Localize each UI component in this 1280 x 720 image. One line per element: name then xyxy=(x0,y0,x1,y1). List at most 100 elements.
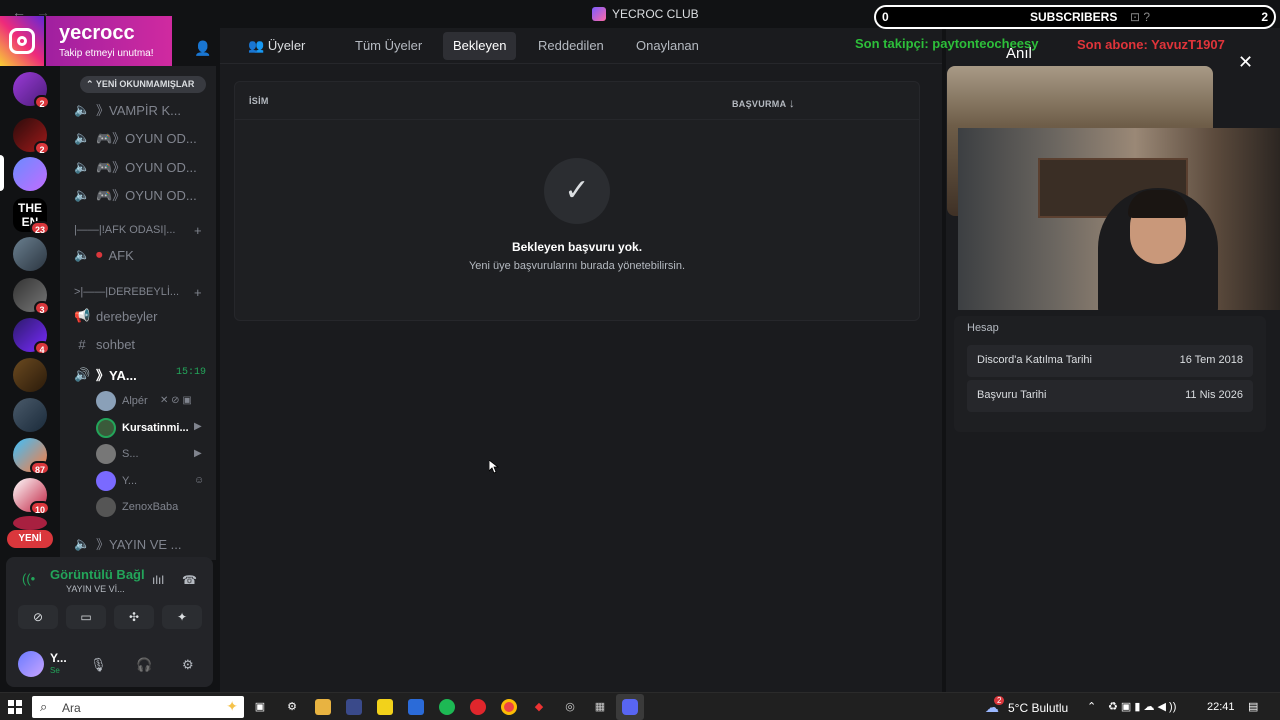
voice-user[interactable]: Kursatinmi... xyxy=(96,418,189,438)
server-icon[interactable]: 4 xyxy=(13,318,50,355)
tab-approved[interactable]: Onaylanan xyxy=(626,32,709,60)
unread-badge: 4 xyxy=(34,341,50,355)
add-channel-icon[interactable]: + xyxy=(194,223,202,238)
server-icon[interactable] xyxy=(13,237,47,271)
category-derebeyler[interactable]: >|——|DEREBEYLİ... xyxy=(74,286,179,298)
unread-badge: 2 xyxy=(34,95,50,109)
unread-pill[interactable]: ⌃ YENİ OKUNMAMIŞLAR xyxy=(80,76,206,93)
unread-badge: 3 xyxy=(34,301,50,315)
channel-name: 🎮》OYUN OD... xyxy=(96,160,197,175)
channel-name: 》YA... xyxy=(96,368,137,383)
speaker-icon: 🔈 xyxy=(74,158,91,174)
instagram-overlay: yecrocc Takip etmeyi unutma! xyxy=(0,16,172,66)
microphone-icon[interactable]: 🎙 xyxy=(90,657,107,673)
chrome-icon[interactable] xyxy=(501,699,517,715)
voice-channel[interactable]: 🔈 🎮》OYUN OD... xyxy=(74,128,197,147)
voice-user[interactable]: Y... xyxy=(96,471,137,491)
category-afk[interactable]: |——|!AFK ODASI|... xyxy=(74,224,175,236)
app-icon[interactable] xyxy=(346,699,362,715)
voice-channel[interactable]: 🔈 》VAMPİR K... xyxy=(74,100,181,119)
noise-suppression-icon[interactable]: ılıl xyxy=(152,573,164,587)
server-icon[interactable]: 2 xyxy=(13,118,50,155)
subs-label: SUBSCRIBERS xyxy=(1030,10,1118,24)
voice-channel-afk[interactable]: 🔈 ⏺ AFK xyxy=(74,247,134,263)
steam-icon[interactable]: ◎ xyxy=(562,699,578,715)
server-icon[interactable]: 3 xyxy=(13,278,50,315)
server-icon[interactable]: THE EN 23 xyxy=(13,198,50,235)
channel-name: 》YAYIN VE ... xyxy=(96,537,182,552)
tab-pending[interactable]: Bekleyen xyxy=(443,32,517,60)
camera-icon: ▶ xyxy=(194,421,202,432)
voice-user[interactable]: ZenoxBaba xyxy=(96,497,178,517)
voice-channel[interactable]: 🔈 🎮》OYUN OD... xyxy=(74,157,197,176)
spotify-icon[interactable] xyxy=(439,699,455,715)
voice-user[interactable]: S... xyxy=(96,444,139,464)
activities-button[interactable]: ✣ xyxy=(114,605,154,629)
task-view-icon[interactable]: ▣ xyxy=(252,699,268,715)
voice-status[interactable]: Görüntülü Bağl xyxy=(50,567,145,582)
headphones-icon[interactable]: 🎧 xyxy=(136,657,152,673)
server-icon[interactable] xyxy=(13,157,47,191)
sparkle-icon: ✦ xyxy=(226,698,238,714)
voice-user[interactable]: Alpér xyxy=(96,391,148,411)
taskbar-search[interactable]: ⌕ Ara ✦ xyxy=(32,696,244,718)
notification-icon[interactable]: ▤ xyxy=(1248,700,1258,713)
my-username[interactable]: Y... xyxy=(50,651,67,665)
discord-icon[interactable] xyxy=(622,699,638,715)
close-icon[interactable]: ✕ xyxy=(1238,52,1253,73)
clock[interactable]: 22:41 xyxy=(1207,701,1235,713)
tab-all-members[interactable]: Tüm Üyeler xyxy=(345,32,432,60)
unread-pill-label: YENİ OKUNMAMIŞLAR xyxy=(95,79,195,89)
soundboard-button[interactable]: ✦ xyxy=(162,605,202,629)
column-applied[interactable]: BAŞVURMA ↓ xyxy=(732,96,795,110)
channel-name: 🎮》OYUN OD... xyxy=(96,188,197,203)
members-icon: 👥 xyxy=(248,38,268,53)
windows-start-icon[interactable] xyxy=(8,700,22,714)
server-icon[interactable]: 10 xyxy=(13,478,50,515)
new-unreads-pill[interactable]: YENİ xyxy=(7,530,53,548)
server-icon[interactable] xyxy=(13,358,47,392)
avatar xyxy=(96,391,116,411)
server-icon[interactable] xyxy=(13,516,47,530)
file-explorer-icon[interactable] xyxy=(315,699,331,715)
tab-rejected[interactable]: Reddedilen xyxy=(528,32,614,60)
app-icon[interactable]: ◆ xyxy=(531,699,547,715)
avatar[interactable] xyxy=(18,651,44,677)
streamer-hair xyxy=(1128,190,1188,218)
voice-channel[interactable]: 🔈 🎮》OYUN OD... xyxy=(74,185,197,204)
settings-icon[interactable]: ⚙ xyxy=(284,699,300,715)
weather-text[interactable]: 5°C Bulutlu xyxy=(1008,701,1068,715)
sticky-notes-icon[interactable] xyxy=(377,699,393,715)
screen-share-button[interactable]: ▭ xyxy=(66,605,106,629)
user-name: S... xyxy=(122,448,139,460)
search-icon: ⌕ xyxy=(40,699,48,714)
opera-icon[interactable] xyxy=(470,699,486,715)
tray-icons[interactable]: ♻ ▣ ▮ ☁ ◀ )) xyxy=(1108,700,1176,713)
server-icon xyxy=(592,7,606,21)
user-name: Alpér xyxy=(122,395,148,407)
voice-channel-name[interactable]: YAYIN VE Vİ... xyxy=(66,584,125,594)
live-timer: 15:19 xyxy=(176,367,207,378)
channel-name: derebeyler xyxy=(96,308,158,324)
subs-right-count: 2 xyxy=(1261,10,1268,24)
server-icon[interactable]: 87 xyxy=(13,438,50,475)
channel-name: 🎮》OYUN OD... xyxy=(96,131,197,146)
settings-gear-icon[interactable]: ⚙ xyxy=(182,657,194,673)
add-channel-icon[interactable]: + xyxy=(194,285,202,300)
add-friend-icon[interactable]: 👤 xyxy=(194,40,211,57)
voice-channel[interactable]: 🔈 》YAYIN VE ... xyxy=(74,534,181,553)
empty-state-subtitle: Yeni üye başvurularını burada yönetebili… xyxy=(468,260,686,272)
disconnect-icon[interactable]: ☎ xyxy=(182,573,197,587)
store-icon[interactable] xyxy=(408,699,424,715)
server-icon[interactable]: 2 xyxy=(13,72,50,109)
announcement-channel[interactable]: 📢 derebeyler xyxy=(74,308,157,324)
camera-off-button[interactable]: ⊘ xyxy=(18,605,58,629)
voice-channel-live[interactable]: 🔊 》YA... xyxy=(74,365,137,384)
avatar xyxy=(96,497,116,517)
chevron-up-icon[interactable]: ⌃ xyxy=(1087,700,1096,713)
mouse-cursor-icon xyxy=(489,460,499,474)
calculator-icon[interactable]: ▦ xyxy=(592,699,608,715)
text-channel[interactable]: # sohbet xyxy=(74,337,135,352)
server-icon[interactable] xyxy=(13,398,47,432)
afk-icon: ⏺ xyxy=(96,247,103,262)
